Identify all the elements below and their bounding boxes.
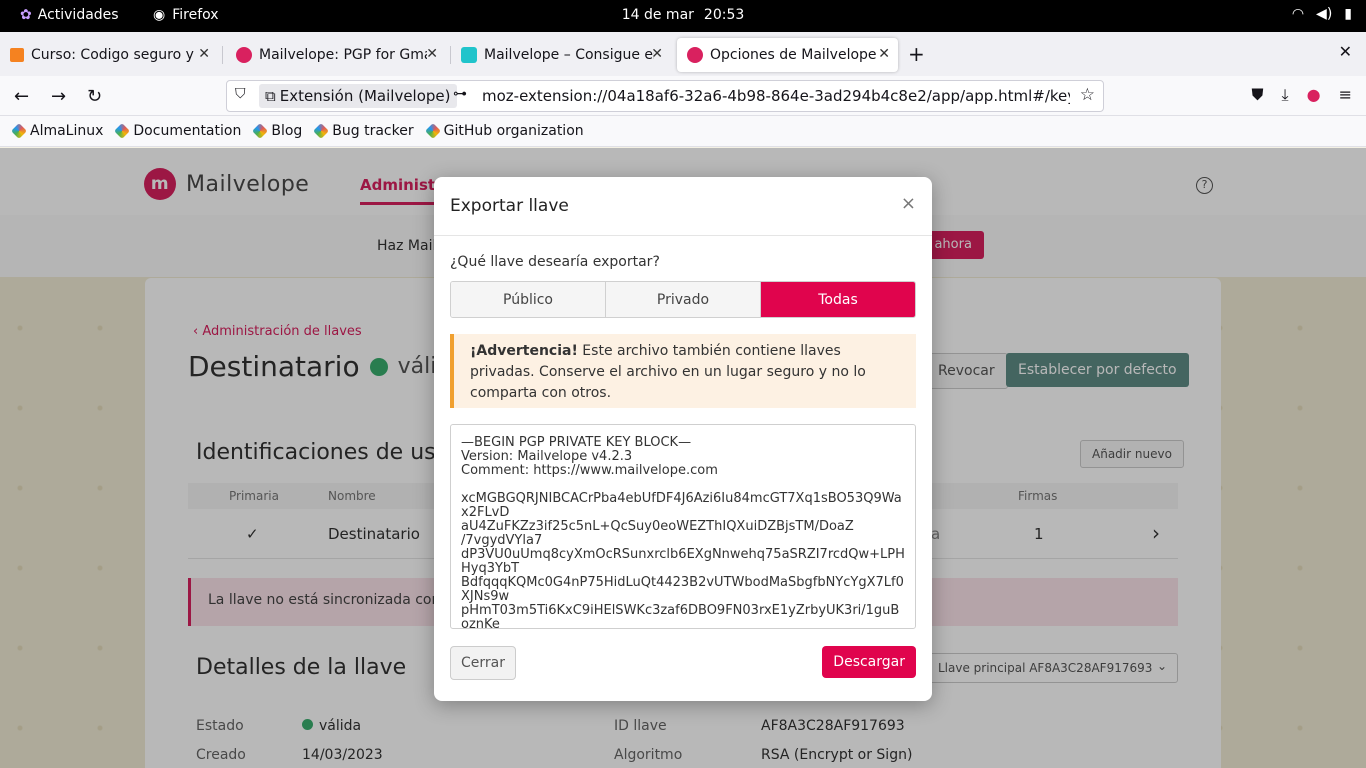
shield-icon[interactable]: ⛉ bbox=[235, 86, 246, 102]
downloads-icon[interactable]: ⤓ bbox=[1282, 85, 1289, 105]
bookmark-documentation[interactable]: Documentation bbox=[114, 123, 242, 139]
volume-icon: ◀) bbox=[1316, 6, 1333, 22]
almalinux-icon bbox=[424, 123, 441, 139]
tab-label: Opciones de Mailvelope bbox=[710, 47, 877, 63]
tab-label: Mailvelope – Consigue est bbox=[484, 47, 654, 63]
bookmark-label: Blog bbox=[271, 123, 303, 139]
almalinux-icon bbox=[114, 123, 131, 139]
identity-label: Extensión (Mailvelope) bbox=[279, 87, 451, 105]
bookmark-star-icon[interactable]: ☆ bbox=[1080, 85, 1095, 105]
clock-date: 14 de mar bbox=[621, 7, 694, 23]
reload-icon[interactable]: ↻ bbox=[87, 86, 102, 107]
option-public[interactable]: Público bbox=[451, 282, 606, 317]
tab-close-icon[interactable]: ✕ bbox=[878, 46, 890, 62]
tab-close-icon[interactable]: ✕ bbox=[198, 46, 210, 62]
mailvelope-toolbar-icon[interactable]: ● bbox=[1307, 85, 1321, 105]
bookmark-blog[interactable]: Blog bbox=[252, 123, 303, 139]
menu-icon[interactable]: ≡ bbox=[1339, 85, 1352, 105]
key-type-selector: Público Privado Todas bbox=[450, 281, 916, 318]
system-top-bar: ✿ Actividades ◉ Firefox 14 de mar 20:53 ◠… bbox=[0, 0, 1366, 32]
close-icon[interactable]: × bbox=[901, 193, 916, 214]
mailvelope-favicon-icon bbox=[687, 47, 703, 63]
bookmark-bug-tracker[interactable]: Bug tracker bbox=[313, 123, 414, 139]
export-question: ¿Qué llave desearía exportar? bbox=[450, 254, 660, 270]
tab-strip: Curso: Codigo seguro y ge ✕ Mailvelope: … bbox=[0, 32, 1366, 76]
armored-key-textarea[interactable]: —BEGIN PGP PRIVATE KEY BLOCK— Version: M… bbox=[450, 424, 916, 629]
tab-label: Mailvelope: PGP for Gmai bbox=[259, 47, 427, 63]
new-tab-icon[interactable]: + bbox=[908, 42, 925, 66]
export-key-dialog: Exportar llave × ¿Qué llave desearía exp… bbox=[434, 177, 932, 701]
cancel-button[interactable]: Cerrar bbox=[450, 646, 516, 680]
option-all[interactable]: Todas bbox=[761, 282, 915, 317]
bookmark-label: Documentation bbox=[133, 123, 242, 139]
battery-icon: ▮ bbox=[1344, 6, 1352, 22]
bookmark-label: Bug tracker bbox=[332, 123, 414, 139]
puzzle-icon: ⧉ bbox=[265, 87, 276, 105]
close-window-icon[interactable]: ✕ bbox=[1339, 42, 1352, 61]
back-icon[interactable]: ← bbox=[14, 86, 29, 107]
tab-close-icon[interactable]: ✕ bbox=[426, 46, 438, 62]
bookmarks-bar: AlmaLinux Documentation Blog Bug tracker… bbox=[0, 116, 1366, 147]
url-text[interactable]: moz-extension://04a18af6-32a6-4b98-864e-… bbox=[482, 87, 1070, 105]
tab-mailvelope-get[interactable]: Mailvelope – Consigue est ✕ bbox=[451, 38, 671, 72]
extension-identity-badge[interactable]: ⧉ Extensión (Mailvelope) bbox=[259, 84, 457, 108]
moodle-favicon-icon bbox=[10, 48, 24, 62]
wifi-icon: ◠ bbox=[1291, 6, 1305, 22]
almalinux-icon bbox=[252, 123, 269, 139]
forward-icon[interactable]: → bbox=[51, 86, 66, 107]
toolbar-icons: ⛊ ⤓ ● ≡ bbox=[1252, 85, 1352, 105]
clock[interactable]: 14 de mar 20:53 bbox=[0, 7, 1366, 23]
addon-favicon-icon bbox=[461, 47, 477, 63]
system-tray[interactable]: ◠ ◀) ▮ bbox=[1292, 6, 1352, 22]
warning-title: ¡Advertencia! bbox=[470, 343, 578, 359]
url-bar[interactable]: ⛉ ⧉ Extensión (Mailvelope) ⊶ moz-extensi… bbox=[226, 80, 1104, 112]
tab-opciones-mailvelope[interactable]: Opciones de Mailvelope ✕ bbox=[677, 38, 898, 72]
private-key-warning: ¡Advertencia! Este archivo también conti… bbox=[450, 334, 916, 408]
bookmark-label: AlmaLinux bbox=[30, 123, 104, 139]
option-private[interactable]: Privado bbox=[606, 282, 761, 317]
tab-label: Curso: Codigo seguro y ge bbox=[31, 47, 199, 63]
tab-mailvelope-pgp[interactable]: Mailvelope: PGP for Gmai ✕ bbox=[226, 38, 446, 72]
clock-time: 20:53 bbox=[703, 7, 745, 23]
dialog-title: Exportar llave bbox=[450, 196, 569, 216]
tab-curso[interactable]: Curso: Codigo seguro y ge ✕ bbox=[0, 38, 218, 72]
almalinux-icon bbox=[11, 123, 27, 139]
navigation-bar: ← → ↻ ⛉ ⧉ Extensión (Mailvelope) ⊶ moz-e… bbox=[0, 76, 1366, 116]
bookmark-github[interactable]: GitHub organization bbox=[424, 123, 584, 139]
bookmark-almalinux[interactable]: AlmaLinux bbox=[11, 123, 104, 139]
key-permission-icon[interactable]: ⊶ bbox=[453, 86, 467, 102]
tab-close-icon[interactable]: ✕ bbox=[651, 46, 663, 62]
almalinux-icon bbox=[313, 123, 330, 139]
download-button[interactable]: Descargar bbox=[822, 646, 916, 678]
mailvelope-favicon-icon bbox=[236, 47, 252, 63]
pocket-icon[interactable]: ⛊ bbox=[1252, 85, 1264, 105]
bookmark-label: GitHub organization bbox=[443, 123, 584, 139]
